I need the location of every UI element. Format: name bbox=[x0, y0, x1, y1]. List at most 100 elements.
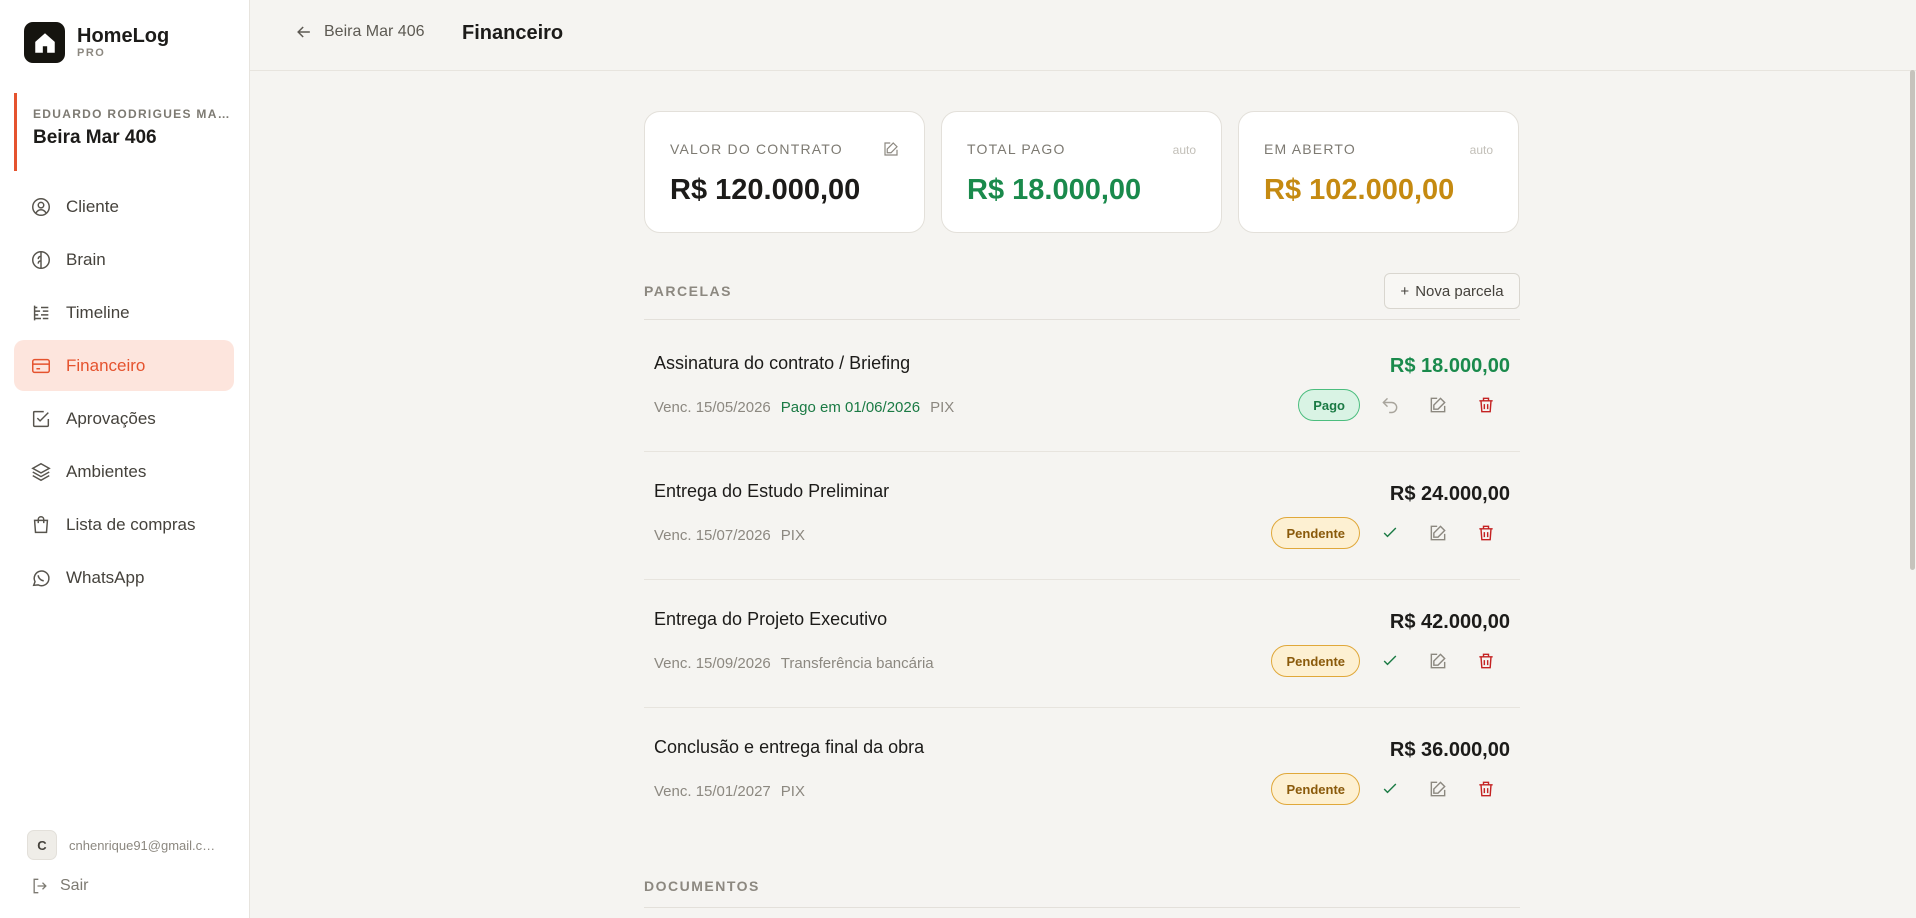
divider bbox=[644, 907, 1520, 908]
edit-icon[interactable] bbox=[1428, 523, 1448, 543]
installment-row: Assinatura do contrato / Briefing R$ 18.… bbox=[644, 325, 1520, 452]
brand-tier: PRO bbox=[77, 47, 106, 59]
sidebar-item-aprovacoes[interactable]: Aprovações bbox=[14, 393, 234, 444]
layers-icon bbox=[31, 462, 51, 481]
sidebar-item-label: Brain bbox=[66, 249, 106, 269]
installment-meta: Venc. 15/05/2026 Pago em 01/06/2026 PIX bbox=[654, 399, 954, 416]
installment-amount: R$ 24.000,00 bbox=[1389, 483, 1510, 505]
sidebar-item-label: Cliente bbox=[66, 196, 119, 216]
installment-amount: R$ 36.000,00 bbox=[1389, 739, 1510, 761]
documents-heading: DOCUMENTOS bbox=[644, 878, 760, 894]
back-label: Beira Mar 406 bbox=[324, 23, 425, 40]
divider bbox=[644, 319, 1520, 320]
status-badge: Pendente bbox=[1271, 773, 1360, 805]
project-owner: EDUARDO RODRIGUES MARTINS bbox=[33, 107, 233, 121]
new-installment-button[interactable]: + Nova parcela bbox=[1384, 273, 1520, 309]
back-link[interactable]: Beira Mar 406 bbox=[294, 22, 425, 42]
payment-method: PIX bbox=[780, 527, 805, 544]
installment-meta: Venc. 15/09/2026 Transferência bancária bbox=[654, 655, 934, 672]
installment-title: Assinatura do contrato / Briefing bbox=[654, 353, 911, 373]
installment-title: Conclusão e entrega final da obra bbox=[654, 737, 925, 757]
installment-title: Entrega do Projeto Executivo bbox=[654, 609, 888, 629]
payment-method: PIX bbox=[780, 783, 805, 800]
bag-icon bbox=[33, 515, 49, 533]
paid-date: Pago em 01/06/2026 bbox=[780, 399, 921, 416]
installment-amount: R$ 42.000,00 bbox=[1389, 611, 1510, 633]
edit-icon[interactable] bbox=[1428, 395, 1448, 415]
project-block: EDUARDO RODRIGUES MARTINS Beira Mar 406 bbox=[14, 93, 236, 171]
edit-icon[interactable] bbox=[1428, 651, 1448, 671]
card-icon bbox=[32, 358, 50, 373]
installment-row: Entrega do Projeto Executivo R$ 42.000,0… bbox=[644, 581, 1520, 708]
sidebar-item-label: Ambientes bbox=[66, 461, 147, 481]
trash-icon[interactable] bbox=[1476, 395, 1496, 415]
sidebar-item-brain[interactable]: Brain bbox=[14, 234, 234, 285]
sidebar: HomeLog PRO EDUARDO RODRIGUES MARTINS Be… bbox=[0, 0, 250, 918]
trash-icon[interactable] bbox=[1476, 651, 1496, 671]
card-value: R$ 102.000,00 bbox=[1264, 174, 1455, 206]
avatar: C bbox=[27, 830, 57, 860]
total-paid-card: TOTAL PAGO auto R$ 18.000,00 bbox=[941, 111, 1222, 233]
card-label: VALOR DO CONTRATO bbox=[670, 141, 843, 157]
logout-label: Sair bbox=[60, 877, 89, 894]
sidebar-item-lista-de-compras[interactable]: Lista de compras bbox=[14, 499, 234, 550]
payment-method: Transferência bancária bbox=[780, 655, 934, 672]
payment-method: PIX bbox=[930, 399, 955, 416]
card-hint: auto bbox=[1469, 143, 1493, 157]
installment-amount: R$ 18.000,00 bbox=[1389, 355, 1510, 377]
card-label: TOTAL PAGO bbox=[967, 141, 1066, 157]
card-hint: auto bbox=[1172, 143, 1196, 157]
open-amount-card: EM ABERTO auto R$ 102.000,00 bbox=[1238, 111, 1519, 233]
edit-icon[interactable] bbox=[1428, 779, 1448, 799]
brand[interactable]: HomeLog PRO bbox=[24, 22, 169, 63]
sidebar-item-ambientes[interactable]: Ambientes bbox=[14, 446, 234, 497]
new-installment-label: Nova parcela bbox=[1415, 282, 1504, 300]
project-name: Beira Mar 406 bbox=[33, 127, 157, 148]
check-icon[interactable] bbox=[1380, 779, 1400, 799]
installment-meta: Venc. 15/07/2026 PIX bbox=[654, 527, 805, 544]
due-date: Venc. 15/01/2027 bbox=[654, 783, 771, 800]
logout-icon bbox=[33, 878, 47, 894]
status-badge: Pendente bbox=[1271, 645, 1360, 677]
sidebar-item-label: Timeline bbox=[66, 302, 130, 322]
sidebar-item-label: Aprovações bbox=[66, 408, 156, 428]
card-value: R$ 18.000,00 bbox=[967, 174, 1142, 206]
user-row[interactable]: C cnhenrique91@gmail.com bbox=[27, 830, 219, 860]
sidebar-item-whatsapp[interactable]: WhatsApp bbox=[14, 552, 234, 603]
home-logo-icon bbox=[24, 22, 65, 63]
page-header: Beira Mar 406 Financeiro bbox=[250, 0, 1916, 71]
contract-value-card: VALOR DO CONTRATO R$ 120.000,00 bbox=[644, 111, 925, 233]
undo-icon[interactable] bbox=[1380, 395, 1400, 415]
trash-icon[interactable] bbox=[1476, 779, 1496, 799]
scrollbar[interactable] bbox=[1910, 70, 1915, 570]
installment-meta: Venc. 15/01/2027 PIX bbox=[654, 783, 805, 800]
logout-button[interactable]: Sair bbox=[30, 876, 88, 896]
edit-icon[interactable] bbox=[882, 140, 900, 158]
due-date: Venc. 15/07/2026 bbox=[654, 527, 771, 544]
brand-name: HomeLog bbox=[77, 25, 170, 47]
arrow-left-icon bbox=[297, 26, 310, 38]
sidebar-nav: Cliente Brain Timeline Financeiro Aprova… bbox=[14, 181, 234, 605]
brain-icon bbox=[32, 250, 50, 269]
page-title: Financeiro bbox=[462, 22, 564, 44]
sidebar-item-cliente[interactable]: Cliente bbox=[14, 181, 234, 232]
due-date: Venc. 15/09/2026 bbox=[654, 655, 771, 672]
trash-icon[interactable] bbox=[1476, 523, 1496, 543]
sidebar-item-label: WhatsApp bbox=[66, 567, 145, 587]
sidebar-item-timeline[interactable]: Timeline bbox=[14, 287, 234, 338]
card-value: R$ 120.000,00 bbox=[670, 174, 861, 206]
plus-icon: + bbox=[1400, 282, 1410, 300]
installment-row: Entrega do Estudo Preliminar R$ 24.000,0… bbox=[644, 453, 1520, 580]
status-badge: Pendente bbox=[1271, 517, 1360, 549]
installment-title: Entrega do Estudo Preliminar bbox=[654, 481, 890, 501]
check-icon[interactable] bbox=[1380, 523, 1400, 543]
check-icon[interactable] bbox=[1380, 651, 1400, 671]
installment-row: Conclusão e entrega final da obra R$ 36.… bbox=[644, 709, 1520, 836]
installments-heading: PARCELAS bbox=[644, 283, 732, 299]
card-label: EM ABERTO bbox=[1264, 141, 1356, 157]
timeline-icon bbox=[33, 305, 49, 320]
status-badge: Pago bbox=[1298, 389, 1360, 421]
sidebar-item-financeiro[interactable]: Financeiro bbox=[14, 340, 234, 391]
due-date: Venc. 15/05/2026 bbox=[654, 399, 771, 416]
checkbox-icon bbox=[32, 410, 50, 427]
